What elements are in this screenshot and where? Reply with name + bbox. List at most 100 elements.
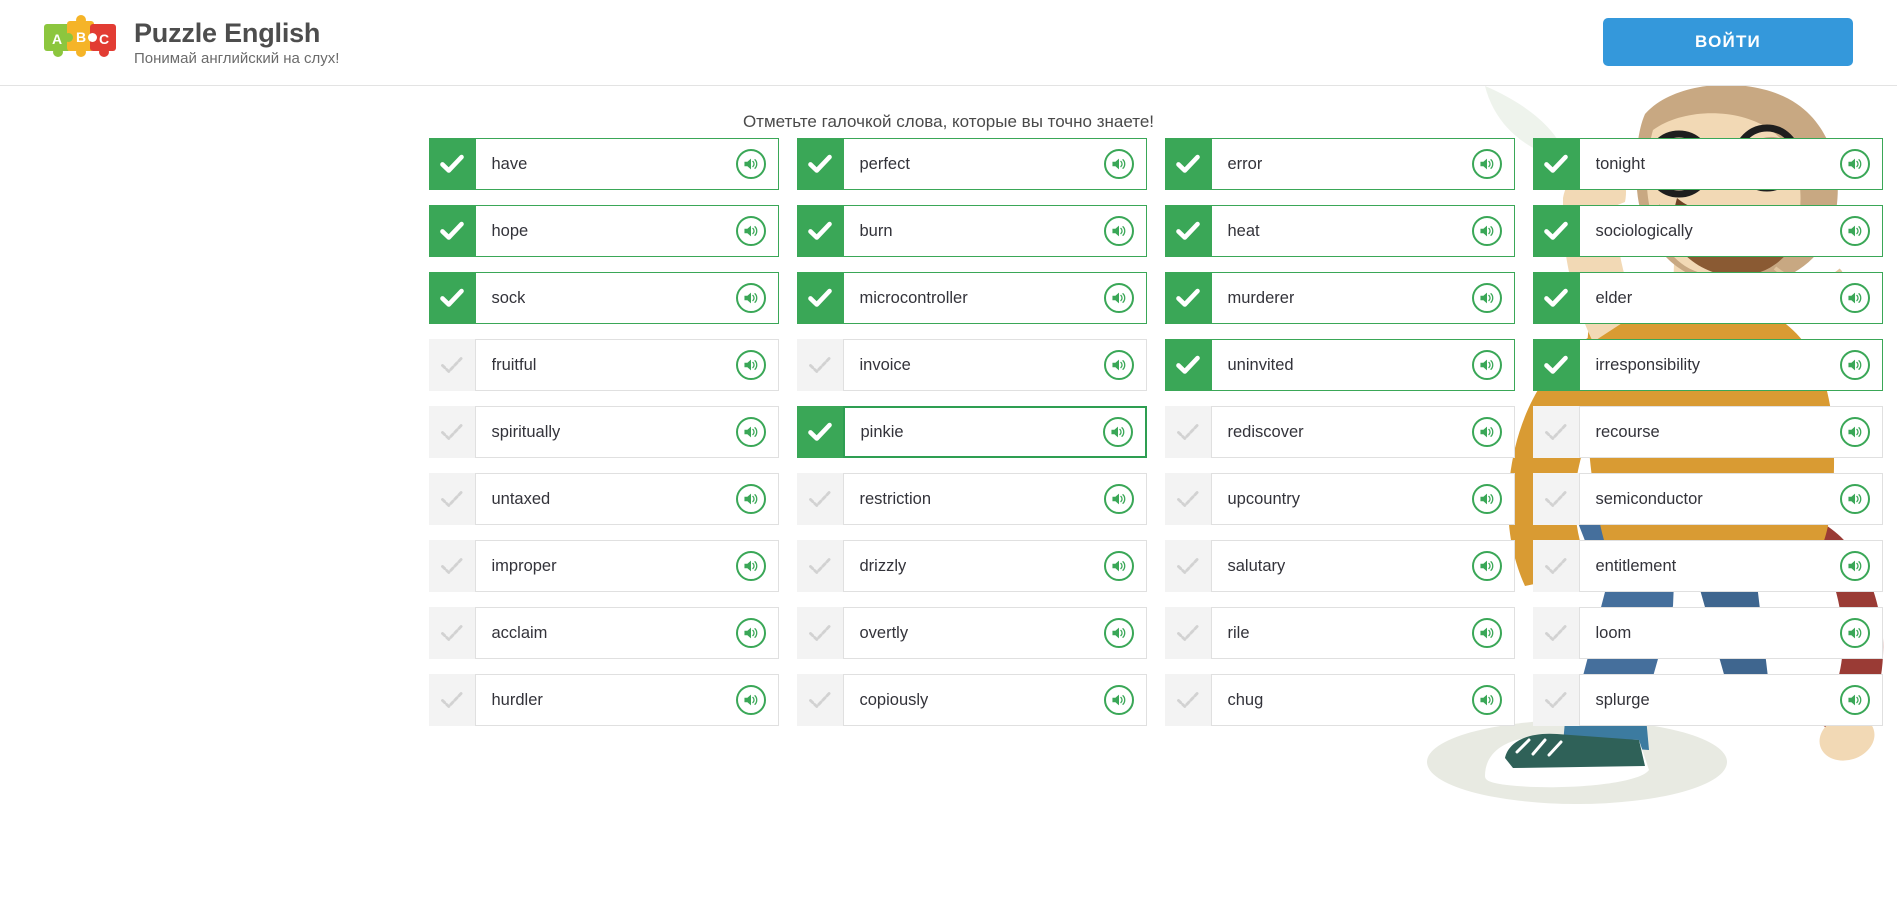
speaker-icon[interactable] xyxy=(1103,685,1134,715)
checkbox-unchecked[interactable] xyxy=(428,406,475,458)
login-button[interactable]: ВОЙТИ xyxy=(1603,18,1853,66)
checkbox-unchecked[interactable] xyxy=(1532,406,1579,458)
word-card[interactable]: tonight xyxy=(1532,138,1883,190)
speaker-icon[interactable] xyxy=(1103,618,1134,648)
word-card-body[interactable]: rediscover xyxy=(1210,406,1515,458)
speaker-icon[interactable] xyxy=(735,685,766,715)
speaker-icon[interactable] xyxy=(735,216,766,246)
checkbox-checked[interactable] xyxy=(428,205,475,257)
word-card-body[interactable]: drizzly xyxy=(842,540,1147,592)
word-card-body[interactable]: irresponsibility xyxy=(1578,339,1883,391)
word-card[interactable]: invoice xyxy=(796,339,1147,391)
speaker-icon[interactable] xyxy=(1471,216,1502,246)
word-card-body[interactable]: splurge xyxy=(1578,674,1883,726)
checkbox-unchecked[interactable] xyxy=(428,339,475,391)
checkbox-unchecked[interactable] xyxy=(428,674,475,726)
word-card[interactable]: microcontroller xyxy=(796,272,1147,324)
word-card-body[interactable]: hurdler xyxy=(474,674,779,726)
checkbox-checked[interactable] xyxy=(1532,205,1579,257)
speaker-icon[interactable] xyxy=(1471,618,1502,648)
word-card-body[interactable]: recourse xyxy=(1578,406,1883,458)
word-card-body[interactable]: perfect xyxy=(842,138,1147,190)
word-card[interactable]: hurdler xyxy=(428,674,779,726)
word-card[interactable]: fruitful xyxy=(428,339,779,391)
word-card-body[interactable]: overtly xyxy=(842,607,1147,659)
speaker-icon[interactable] xyxy=(1839,149,1870,179)
word-card-body[interactable]: semiconductor xyxy=(1578,473,1883,525)
speaker-icon[interactable] xyxy=(1471,350,1502,380)
word-card-body[interactable]: chug xyxy=(1210,674,1515,726)
speaker-icon[interactable] xyxy=(1839,417,1870,447)
word-card[interactable]: salutary xyxy=(1164,540,1515,592)
word-card-body[interactable]: have xyxy=(474,138,779,190)
checkbox-unchecked[interactable] xyxy=(796,607,843,659)
word-card[interactable]: chug xyxy=(1164,674,1515,726)
speaker-icon[interactable] xyxy=(1103,216,1134,246)
speaker-icon[interactable] xyxy=(1471,149,1502,179)
checkbox-unchecked[interactable] xyxy=(796,674,843,726)
word-card[interactable]: uninvited xyxy=(1164,339,1515,391)
word-card[interactable]: sociologically xyxy=(1532,205,1883,257)
word-card[interactable]: heat xyxy=(1164,205,1515,257)
word-card[interactable]: drizzly xyxy=(796,540,1147,592)
word-card-body[interactable]: sociologically xyxy=(1578,205,1883,257)
word-card[interactable]: untaxed xyxy=(428,473,779,525)
word-card[interactable]: restriction xyxy=(796,473,1147,525)
word-card[interactable]: semiconductor xyxy=(1532,473,1883,525)
speaker-icon[interactable] xyxy=(1471,283,1502,313)
checkbox-checked[interactable] xyxy=(1532,339,1579,391)
checkbox-unchecked[interactable] xyxy=(428,473,475,525)
word-card-body[interactable]: invoice xyxy=(842,339,1147,391)
word-card[interactable]: pinkie xyxy=(796,406,1147,458)
speaker-icon[interactable] xyxy=(735,484,766,514)
word-card[interactable]: overtly xyxy=(796,607,1147,659)
speaker-icon[interactable] xyxy=(1839,685,1870,715)
checkbox-checked[interactable] xyxy=(1532,272,1579,324)
speaker-icon[interactable] xyxy=(1103,484,1134,514)
word-card[interactable]: perfect xyxy=(796,138,1147,190)
word-card[interactable]: hope xyxy=(428,205,779,257)
word-card-body[interactable]: restriction xyxy=(842,473,1147,525)
word-card-body[interactable]: salutary xyxy=(1210,540,1515,592)
word-card-body[interactable]: elder xyxy=(1578,272,1883,324)
checkbox-checked[interactable] xyxy=(796,138,843,190)
checkbox-checked[interactable] xyxy=(1164,272,1211,324)
checkbox-checked[interactable] xyxy=(796,272,843,324)
word-card[interactable]: acclaim xyxy=(428,607,779,659)
checkbox-checked[interactable] xyxy=(1164,138,1211,190)
word-card-body[interactable]: tonight xyxy=(1578,138,1883,190)
word-card[interactable]: splurge xyxy=(1532,674,1883,726)
speaker-icon[interactable] xyxy=(735,417,766,447)
checkbox-unchecked[interactable] xyxy=(1164,406,1211,458)
checkbox-checked[interactable] xyxy=(1164,339,1211,391)
word-card-body[interactable]: burn xyxy=(842,205,1147,257)
word-card-body[interactable]: rile xyxy=(1210,607,1515,659)
checkbox-unchecked[interactable] xyxy=(1164,473,1211,525)
speaker-icon[interactable] xyxy=(735,551,766,581)
speaker-icon[interactable] xyxy=(1471,417,1502,447)
word-card[interactable]: irresponsibility xyxy=(1532,339,1883,391)
word-card[interactable]: recourse xyxy=(1532,406,1883,458)
checkbox-checked[interactable] xyxy=(428,138,475,190)
checkbox-unchecked[interactable] xyxy=(796,339,843,391)
speaker-icon[interactable] xyxy=(735,149,766,179)
word-card-body[interactable]: fruitful xyxy=(474,339,779,391)
speaker-icon[interactable] xyxy=(1839,551,1870,581)
speaker-icon[interactable] xyxy=(1471,551,1502,581)
word-card-body[interactable]: error xyxy=(1210,138,1515,190)
word-card-body[interactable]: microcontroller xyxy=(842,272,1147,324)
word-card-body[interactable]: acclaim xyxy=(474,607,779,659)
word-card[interactable]: elder xyxy=(1532,272,1883,324)
word-card-body[interactable]: sock xyxy=(474,272,779,324)
checkbox-unchecked[interactable] xyxy=(1532,674,1579,726)
word-card[interactable]: rediscover xyxy=(1164,406,1515,458)
word-card-body[interactable]: spiritually xyxy=(474,406,779,458)
checkbox-unchecked[interactable] xyxy=(1164,674,1211,726)
checkbox-checked[interactable] xyxy=(796,406,843,458)
word-card-body[interactable]: upcountry xyxy=(1210,473,1515,525)
word-card[interactable]: sock xyxy=(428,272,779,324)
checkbox-checked[interactable] xyxy=(1532,138,1579,190)
word-card-body[interactable]: untaxed xyxy=(474,473,779,525)
checkbox-unchecked[interactable] xyxy=(796,540,843,592)
checkbox-checked[interactable] xyxy=(796,205,843,257)
